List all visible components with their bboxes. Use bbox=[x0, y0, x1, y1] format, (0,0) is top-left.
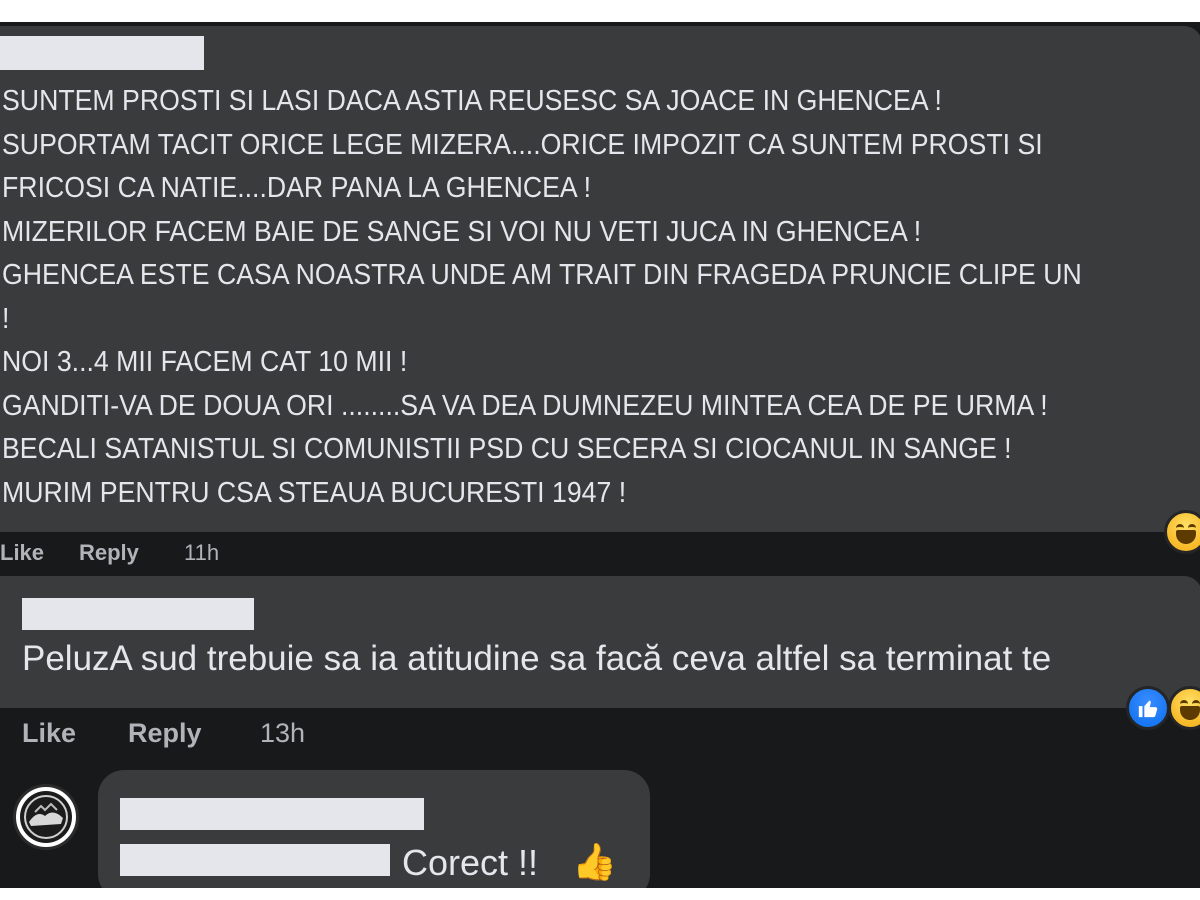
comment-line: SUPORTAM TACIT ORICE LEGE MIZERA....ORIC… bbox=[2, 128, 1043, 161]
comment-line: BECALI SATANISTUL SI COMUNISTII PSD CU S… bbox=[2, 433, 1012, 465]
reply-link[interactable]: Reply bbox=[128, 718, 202, 749]
comment-line: GANDITI-VA DE DOUA ORI ........SA VA DEA… bbox=[2, 389, 1048, 422]
comment-line: SUNTEM PROSTI SI LASI DACA ASTIA REUSESC… bbox=[2, 85, 942, 117]
comment-text: Corect !! bbox=[402, 842, 539, 883]
like-link[interactable]: Like bbox=[22, 718, 76, 749]
comment-text: SUNTEM PROSTI SI LASI DACA ASTIA REUSESC… bbox=[2, 80, 1106, 515]
avatar-logo bbox=[20, 791, 72, 843]
thumbs-up-icon bbox=[1138, 700, 1158, 718]
haha-reaction-icon[interactable] bbox=[1164, 510, 1200, 554]
comments-thread: SUNTEM PROSTI SI LASI DACA ASTIA REUSESC… bbox=[0, 22, 1200, 888]
like-reaction-icon[interactable] bbox=[1126, 686, 1170, 730]
comment-line: MURIM PENTRU CSA STEAUA BUCURESTI 1947 ! bbox=[2, 476, 627, 509]
haha-reaction-icon[interactable] bbox=[1168, 686, 1200, 730]
comment-line: MIZERILOR FACEM BAIE DE SANGE SI VOI NU … bbox=[2, 215, 922, 248]
comment-line: NOI 3...4 MII FACEM CAT 10 MII ! bbox=[2, 346, 408, 378]
redacted-author-name bbox=[120, 798, 424, 830]
redacted-text bbox=[120, 844, 390, 876]
comment-timestamp[interactable]: 11h bbox=[184, 540, 219, 566]
redacted-author-name bbox=[22, 598, 254, 630]
comment-line: ! bbox=[2, 302, 10, 335]
comment-line: GHENCEA ESTE CASA NOASTRA UNDE AM TRAIT … bbox=[2, 259, 1082, 291]
avatar[interactable] bbox=[13, 784, 79, 850]
reply-link[interactable]: Reply bbox=[79, 540, 139, 566]
redacted-author-name bbox=[0, 36, 204, 70]
club-logo-icon bbox=[24, 795, 68, 839]
comment-text: PeluzA sud trebuie sa ia atitudine sa fa… bbox=[22, 639, 1052, 678]
comment-line: FRICOSI CA NATIE....DAR PANA LA GHENCEA … bbox=[2, 172, 592, 204]
like-link[interactable]: Like bbox=[0, 540, 44, 566]
comment-timestamp[interactable]: 13h bbox=[260, 718, 305, 749]
thumbs-up-emoji-icon: 👍 bbox=[572, 841, 617, 882]
